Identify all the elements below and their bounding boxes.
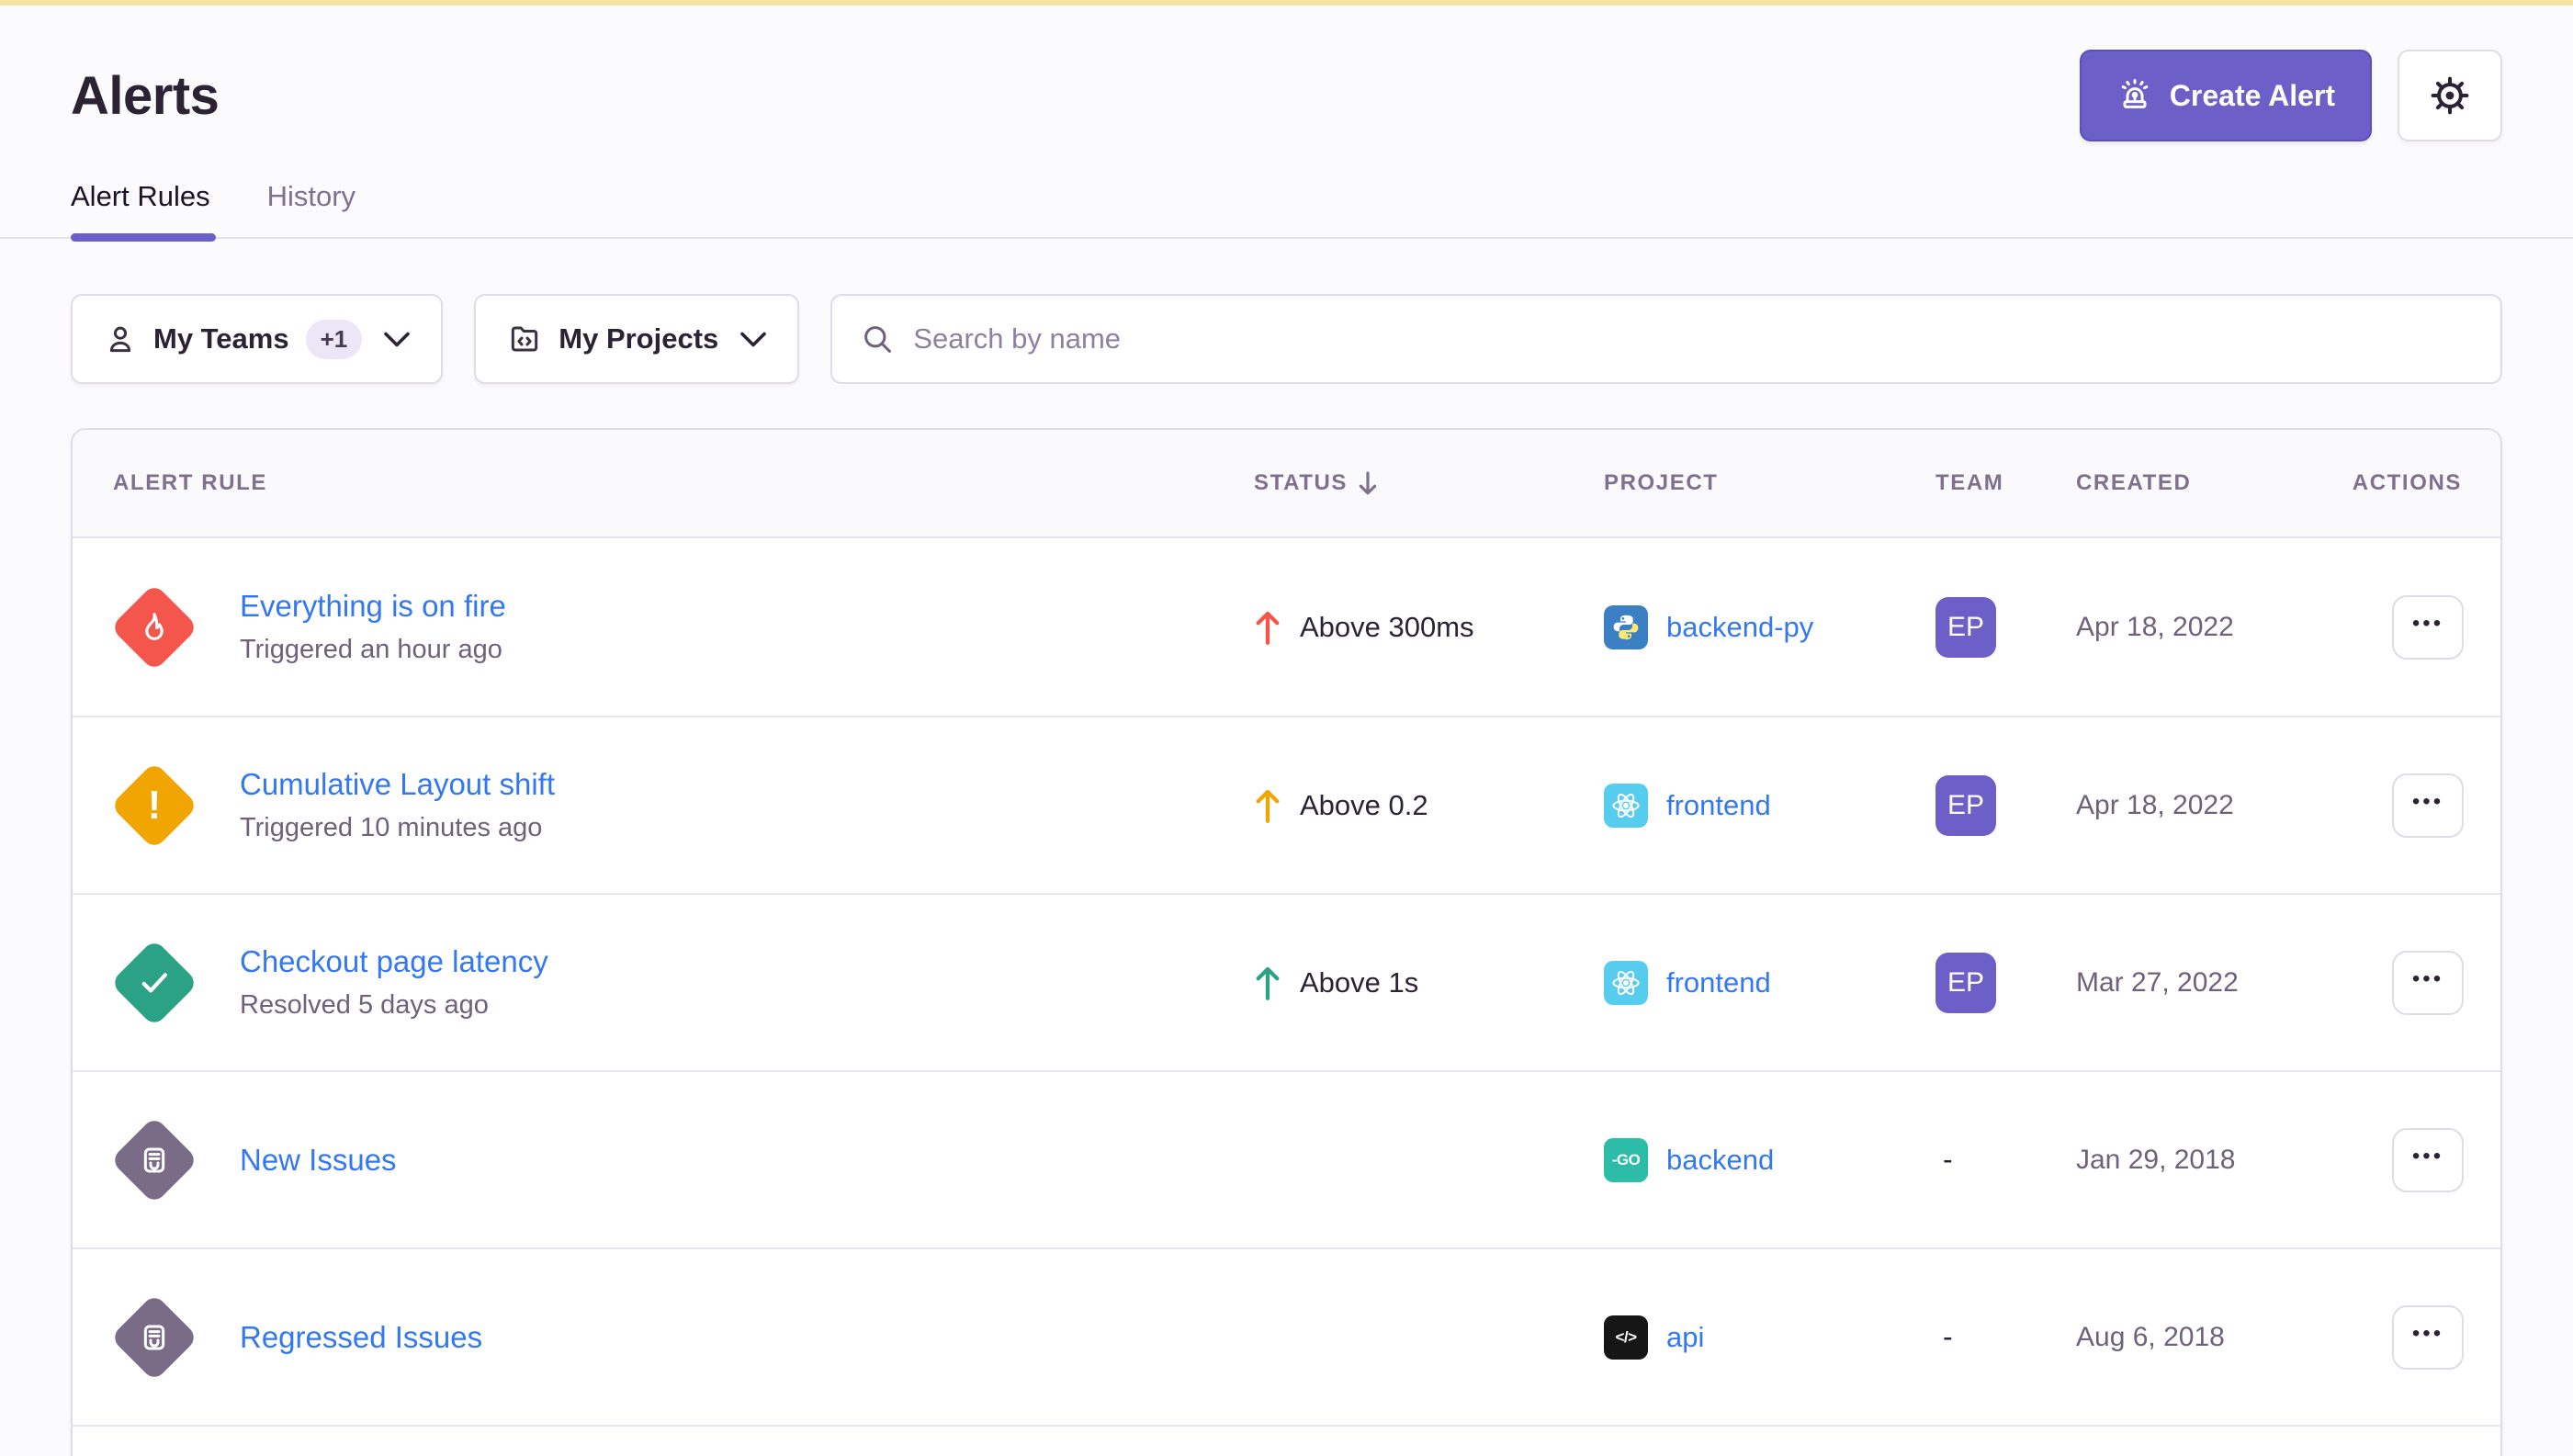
team-empty-dash: - [1935,1320,1953,1353]
status-threshold-text: Above 300ms [1300,611,1474,644]
created-date: Apr 18, 2022 [2076,790,2341,821]
user-icon [104,322,137,356]
search-box [830,294,2502,384]
teams-filter-dropdown[interactable]: My Teams +1 [71,294,443,384]
created-date: Apr 18, 2022 [2076,612,2341,643]
teams-filter-label: My Teams [153,322,289,356]
project-folder-icon [507,322,542,356]
team-badge[interactable]: EP [1935,953,1996,1013]
trend-up-arrow-icon [1254,609,1281,646]
created-date: Jan 29, 2018 [2076,1145,2341,1176]
status-cell: Above 0.2 [1254,787,1604,824]
ellipsis-icon: ••• [2412,791,2443,813]
team-cell: EP [1935,775,2076,836]
ellipsis-icon: ••• [2412,613,2443,635]
project-link[interactable]: backend [1666,1144,1774,1177]
column-header-created: Created [2076,470,2341,496]
row-actions-button[interactable]: ••• [2392,951,2464,1015]
page-header: Alerts Create Alert [71,50,2502,141]
team-cell: EP [1935,953,2076,1013]
alerts-tab-bar: Alert Rules History [0,180,2573,239]
search-input[interactable] [913,322,2473,356]
search-icon [860,322,895,356]
alert-status-diamond-icon [109,1292,199,1383]
status-threshold-text: Above 1s [1300,966,1418,999]
status-cell: Above 1s [1254,965,1604,1001]
column-header-project: Project [1604,470,1935,496]
alert-status-diamond-icon [109,582,199,672]
table-row: ! Cumulative Layout shift Triggered 10 m… [73,716,2500,893]
project-platform-icon: </> [1604,1315,1648,1360]
project-link[interactable]: frontend [1666,789,1771,822]
teams-filter-count-badge: +1 [306,320,363,359]
alert-rule-link[interactable]: Cumulative Layout shift [240,767,555,802]
team-cell: - [1935,1320,2076,1354]
tab-alert-rules[interactable]: Alert Rules [71,180,210,239]
alert-settings-button[interactable] [2398,50,2502,141]
alert-rules-table: Alert Rule Status Project Team Created A… [71,428,2502,1456]
project-platform-icon [1604,784,1648,828]
filter-bar: My Teams +1 My Projects [71,294,2502,384]
alert-rule-subtitle: Triggered 10 minutes ago [240,813,555,843]
project-platform-icon [1604,961,1648,1005]
next-row-partial [73,1425,2500,1456]
project-link[interactable]: backend-py [1666,611,1813,644]
table-row: Everything is on fire Triggered an hour … [73,538,2500,716]
created-date: Mar 27, 2022 [2076,967,2341,999]
status-threshold-text: Above 0.2 [1300,789,1428,822]
page-title: Alerts [71,65,219,127]
alert-status-diamond-icon [109,1115,199,1205]
column-header-actions: Actions [2341,470,2500,496]
alerts-page: Alerts Create Alert [0,50,2573,1456]
tab-history[interactable]: History [267,180,355,239]
project-link[interactable]: api [1666,1321,1704,1354]
top-accent-bar [0,0,2573,6]
status-cell: Above 300ms [1254,609,1604,646]
team-cell: EP [1935,597,2076,658]
column-header-status[interactable]: Status [1254,470,1604,496]
alert-rule-subtitle: Resolved 5 days ago [240,990,548,1021]
column-header-team: Team [1935,470,2076,496]
alert-rule-link[interactable]: New Issues [240,1143,397,1178]
chevron-down-icon [740,332,766,347]
project-link[interactable]: frontend [1666,966,1771,999]
create-alert-label: Create Alert [2170,79,2335,113]
team-empty-dash: - [1935,1143,1953,1176]
table-body: Everything is on fire Triggered an hour … [73,538,2500,1425]
row-actions-button[interactable]: ••• [2392,1305,2464,1370]
ellipsis-icon: ••• [2412,968,2443,990]
project-platform-icon: -GO [1604,1138,1648,1182]
chevron-down-icon [384,332,410,347]
team-cell: - [1935,1143,2076,1177]
table-row: Regressed Issues </> api - Aug 6, 2018 •… [73,1247,2500,1425]
sort-descending-icon [1357,470,1379,496]
table-row: New Issues -GO backend - Jan 29, 2018 ••… [73,1070,2500,1247]
siren-icon [2116,77,2153,114]
trend-up-arrow-icon [1254,965,1281,1001]
project-platform-icon [1604,605,1648,649]
ellipsis-icon: ••• [2412,1146,2443,1168]
table-row: Checkout page latency Resolved 5 days ag… [73,893,2500,1070]
column-header-alert-rule: Alert Rule [73,470,1254,496]
alert-status-diamond-icon: ! [109,761,199,851]
created-date: Aug 6, 2018 [2076,1322,2341,1353]
row-actions-button[interactable]: ••• [2392,595,2464,660]
trend-up-arrow-icon [1254,787,1281,824]
table-header-row: Alert Rule Status Project Team Created A… [73,430,2500,538]
alert-rule-link[interactable]: Regressed Issues [240,1320,482,1355]
alert-rule-subtitle: Triggered an hour ago [240,635,506,665]
team-badge[interactable]: EP [1935,775,1996,836]
alert-status-diamond-icon [109,938,199,1028]
projects-filter-label: My Projects [559,322,718,356]
create-alert-button[interactable]: Create Alert [2080,50,2372,141]
row-actions-button[interactable]: ••• [2392,773,2464,838]
row-actions-button[interactable]: ••• [2392,1128,2464,1192]
ellipsis-icon: ••• [2412,1323,2443,1345]
alert-rule-link[interactable]: Everything is on fire [240,589,506,624]
gear-icon [2429,74,2471,117]
team-badge[interactable]: EP [1935,597,1996,658]
projects-filter-dropdown[interactable]: My Projects [474,294,799,384]
alert-rule-link[interactable]: Checkout page latency [240,944,548,979]
